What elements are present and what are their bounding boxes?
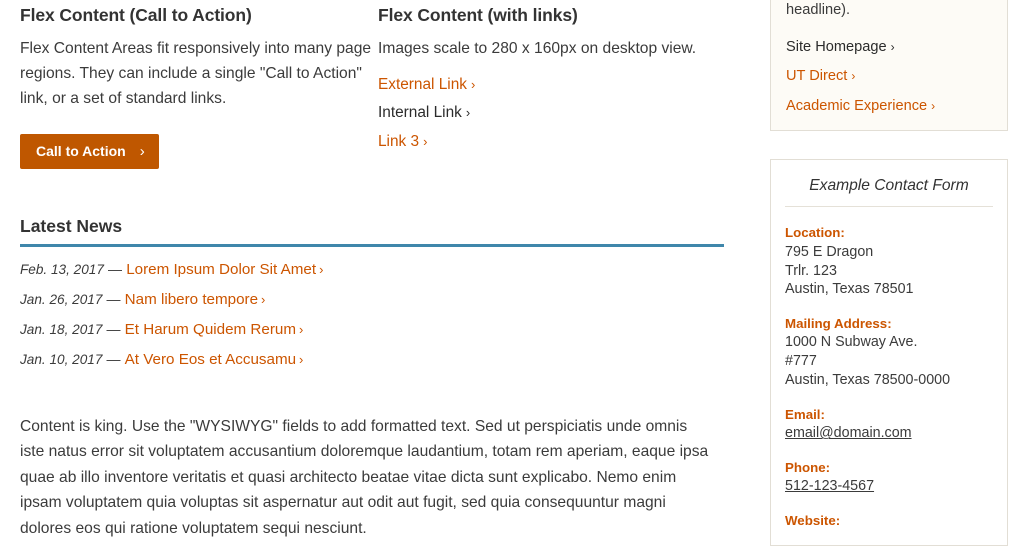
flex-links-title: Flex Content (with links) (378, 5, 578, 25)
sidebar-link-ut-direct[interactable]: UT Direct › (786, 69, 992, 84)
main-content-column: Flex Content (Call to Action) Flex Conte… (20, 0, 724, 557)
contact-value: 795 E Dragon (785, 243, 874, 260)
contact-label: Website: (785, 513, 841, 529)
call-to-action-button[interactable]: Call to Action › (20, 133, 159, 169)
sidebar-link-label: Academic Experience (786, 98, 928, 115)
flex-links-list: External Link › Internal Link › Link 3 › (378, 77, 724, 149)
sidebar-partial-text: headline). (786, 2, 851, 18)
chevron-right-icon: › (423, 133, 428, 149)
news-item-date: Jan. 18, 2017 (20, 322, 103, 338)
flex-link-label: Internal Link (378, 104, 462, 122)
sidebar-link-label: UT Direct (786, 68, 848, 85)
flex-cta-title: Flex Content (Call to Action) (20, 5, 252, 25)
flex-content-links-block: Flex Content (with links) Images scale t… (378, 0, 724, 169)
contact-group-mailing-address: Mailing Address: 1000 N Subway Ave. #777… (785, 314, 993, 390)
news-list-item: Jan. 26, 2017 — Nam libero tempore › (20, 292, 724, 308)
contact-form-box: Example Contact Form Location: 795 E Dra… (770, 158, 1008, 546)
news-item-title: Et Harum Quidem Rerum (124, 321, 296, 339)
contact-label: Email: (785, 407, 825, 423)
news-item-title: Lorem Ipsum Dolor Sit Amet (126, 261, 317, 279)
sidebar-link-academic-experience[interactable]: Academic Experience › (786, 99, 992, 114)
contact-group-phone: Phone: 512-123-4567 (785, 458, 993, 496)
contact-label: Mailing Address: (785, 316, 892, 332)
flex-link-label: External Link (378, 76, 467, 93)
contact-form-title: Example Contact Form (809, 176, 969, 194)
latest-news-heading: Latest News (20, 215, 123, 236)
contact-group-email: Email: email@domain.com (785, 405, 993, 443)
chevron-right-icon: › (139, 142, 145, 160)
news-list-item: Jan. 18, 2017 — Et Harum Quidem Rerum › (20, 322, 724, 338)
flex-cta-body: Flex Content Areas fit responsively into… (20, 39, 372, 108)
cta-button-wrapper: Call to Action › (20, 133, 378, 169)
news-item-dash: — (106, 321, 121, 338)
chevron-right-icon: › (299, 322, 304, 338)
contact-value: Austin, Texas 78500-0000 (785, 372, 951, 389)
contact-form-divider (785, 206, 993, 208)
chevron-right-icon: › (465, 105, 471, 121)
contact-label: Location: (785, 225, 845, 241)
latest-news-divider (20, 244, 724, 248)
contact-email-link[interactable]: email@domain.com (785, 424, 912, 443)
wysiwyg-content-paragraph: Content is king. Use the "WYSIWYG" field… (20, 417, 709, 537)
news-item-link[interactable]: Nam libero tempore › (125, 291, 266, 308)
cta-button-label: Call to Action (36, 143, 126, 159)
contact-label: Phone: (785, 460, 831, 476)
sidebar-link-label: Site Homepage (786, 38, 887, 55)
contact-group-location: Location: 795 E Dragon Trlr. 123 Austin,… (785, 223, 993, 299)
contact-value: #777 (785, 353, 817, 370)
flex-link-external[interactable]: External Link › (378, 77, 724, 92)
news-item-title: Nam libero tempore (124, 291, 259, 309)
news-item-title: At Vero Eos et Accusamu (124, 350, 297, 368)
chevron-right-icon: › (890, 39, 895, 54)
news-item-link[interactable]: At Vero Eos et Accusamu › (125, 351, 304, 368)
news-item-link[interactable]: Lorem Ipsum Dolor Sit Amet › (126, 261, 323, 278)
contact-value: Austin, Texas 78501 (785, 281, 914, 298)
news-item-dash: — (106, 291, 121, 308)
contact-value: 1000 N Subway Ave. (785, 334, 918, 351)
contact-value: Trlr. 123 (785, 262, 837, 279)
news-item-date: Feb. 13, 2017 (20, 262, 104, 278)
sidebar-links-box: headline). Site Homepage › UT Direct › Aca… (770, 0, 1008, 131)
flex-link-3[interactable]: Link 3 › (378, 134, 724, 149)
flex-link-internal[interactable]: Internal Link › (378, 105, 724, 120)
right-sidebar: headline). Site Homepage › UT Direct › Aca… (770, 0, 1008, 546)
news-list-item: Feb. 13, 2017 — Lorem Ipsum Dolor Sit Am… (20, 262, 724, 278)
news-item-dash: — (106, 350, 121, 367)
flex-content-cta-block: Flex Content (Call to Action) Flex Conte… (20, 0, 378, 169)
sidebar-link-site-homepage[interactable]: Site Homepage › (786, 40, 992, 55)
news-list-item: Jan. 10, 2017 — At Vero Eos et Accusamu › (20, 352, 724, 368)
chevron-right-icon: › (319, 262, 324, 278)
flex-links-body: Images scale to 280 x 160px on desktop v… (378, 39, 697, 57)
chevron-right-icon: › (261, 292, 266, 308)
chevron-right-icon: › (470, 77, 476, 92)
news-item-dash: — (108, 261, 123, 278)
page-root: Flex Content (Call to Action) Flex Conte… (0, 0, 1024, 546)
contact-phone-link[interactable]: 512-123-4567 (785, 477, 874, 496)
flex-link-label: Link 3 (378, 132, 420, 150)
latest-news-section: Latest News Feb. 13, 2017 — Lorem Ipsum … (20, 215, 724, 368)
news-item-link[interactable]: Et Harum Quidem Rerum › (125, 321, 304, 338)
chevron-right-icon: › (851, 69, 856, 84)
news-item-date: Jan. 26, 2017 (20, 292, 103, 308)
contact-group-website: Website: (785, 511, 993, 530)
flex-content-row: Flex Content (Call to Action) Flex Conte… (20, 0, 724, 169)
chevron-right-icon: › (931, 99, 936, 114)
news-item-date: Jan. 10, 2017 (20, 351, 103, 367)
chevron-right-icon: › (299, 351, 304, 367)
